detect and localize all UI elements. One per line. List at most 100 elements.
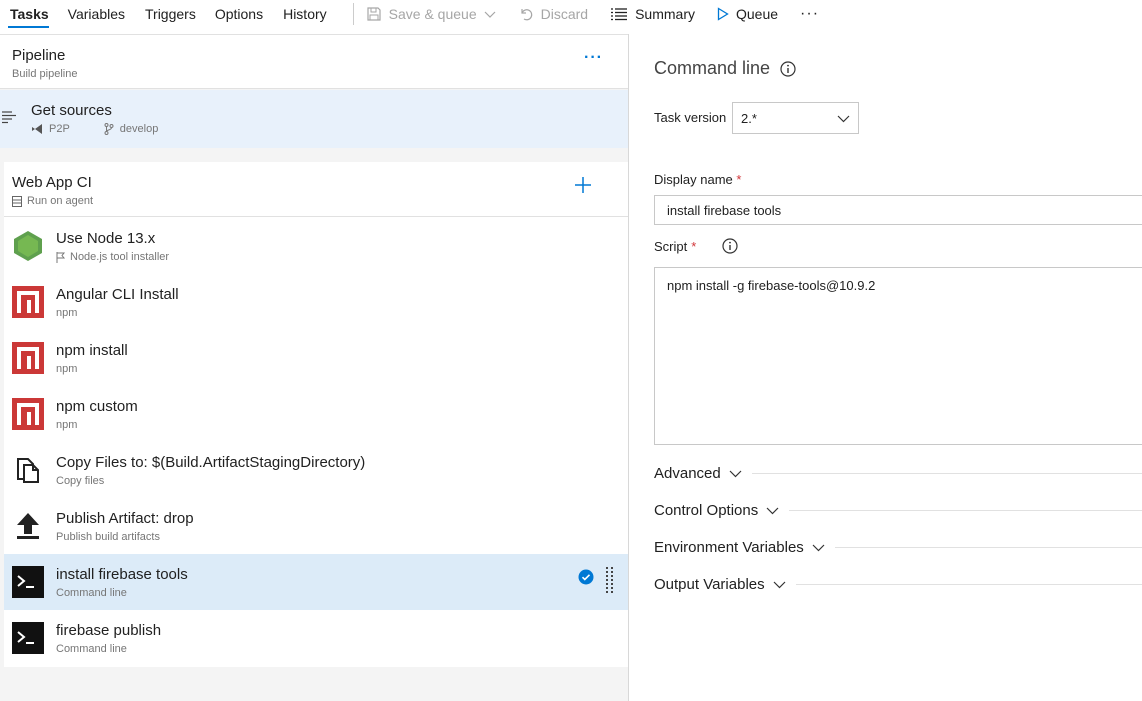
add-task-button[interactable] — [572, 174, 594, 196]
info-icon[interactable] — [780, 60, 796, 77]
display-name-label: Display name * — [654, 172, 742, 187]
nodejs-icon — [14, 231, 42, 261]
task-item[interactable]: Use Node 13.x Node.js tool installer — [4, 218, 628, 274]
task-name: npm custom — [56, 398, 138, 415]
info-icon[interactable] — [722, 238, 738, 254]
branch-name: develop — [119, 123, 159, 135]
toolbar-more-button[interactable]: ··· — [800, 5, 819, 23]
discard-button[interactable]: Discard — [518, 6, 588, 22]
get-sources-title: Get sources — [31, 102, 112, 119]
task-type: npm — [56, 419, 78, 431]
task-details-panel: Command line Task version 2.* Display na… — [629, 35, 1142, 701]
task-item[interactable]: firebase publish Command line — [4, 610, 628, 666]
details-title-text: Command line — [654, 58, 771, 78]
terminal-icon — [12, 622, 44, 654]
job-subtitle-text: Run on agent — [27, 195, 94, 207]
tab-history[interactable]: History — [271, 0, 335, 28]
play-icon — [717, 7, 729, 21]
section-control-options[interactable]: Control Options — [654, 500, 1142, 520]
section-divider — [751, 472, 1142, 474]
section-environment-variables[interactable]: Environment Variables — [654, 537, 1142, 557]
script-value: npm install -g firebase-tools@10.9.2 — [667, 278, 876, 293]
branch-icon — [104, 123, 114, 135]
task-type: Node.js tool installer — [56, 251, 169, 263]
undo-icon — [521, 9, 532, 21]
task-version-label: Task version — [654, 110, 727, 125]
tab-options[interactable]: Options — [204, 0, 271, 28]
chevron-down-icon — [766, 507, 779, 514]
section-divider — [834, 546, 1142, 548]
flag-icon — [56, 251, 66, 263]
queue-label: Queue — [735, 6, 779, 22]
task-version-select[interactable]: 2.* — [732, 102, 859, 134]
task-name: Use Node 13.x — [56, 230, 156, 247]
task-name: Copy Files to: $(Build.ArtifactStagingDi… — [56, 454, 366, 471]
source-list-icon — [2, 111, 16, 124]
pipeline-panel: Pipeline Build pipeline ··· Get sources … — [0, 35, 628, 701]
npm-icon — [12, 398, 44, 430]
pipeline-more-button[interactable]: ··· — [584, 49, 603, 67]
section-divider — [789, 509, 1142, 511]
display-name-field[interactable]: install firebase tools — [654, 195, 1142, 225]
upload-icon — [17, 513, 39, 539]
section-label: Output Variables — [654, 575, 765, 593]
task-type: npm — [56, 307, 78, 319]
task-name: Publish Artifact: drop — [56, 510, 194, 527]
terminal-icon — [12, 566, 44, 598]
save-icon — [367, 7, 381, 21]
check-circle-icon — [578, 569, 594, 585]
display-name-value: install firebase tools — [667, 202, 782, 218]
task-type: Command line — [56, 587, 127, 599]
tab-variables[interactable]: Variables — [57, 0, 133, 28]
npm-icon — [12, 286, 44, 318]
task-item[interactable]: npm install npm — [4, 330, 628, 386]
get-sources-item[interactable]: Get sources P2P develop — [0, 90, 628, 148]
section-label: Environment Variables — [654, 538, 804, 556]
save-queue-label: Save & queue — [388, 6, 477, 22]
pipeline-subtitle: Build pipeline — [12, 68, 78, 80]
more-icon: ··· — [800, 5, 820, 22]
queue-button[interactable]: Queue — [717, 6, 778, 22]
chevron-down-icon — [773, 581, 786, 588]
summary-label: Summary — [635, 6, 695, 22]
task-item[interactable]: Angular CLI Install npm — [4, 274, 628, 330]
drag-handle-icon[interactable] — [606, 567, 614, 595]
chevron-down-icon — [729, 470, 742, 477]
task-name: firebase publish — [56, 622, 162, 639]
job-subtitle: Run on agent — [12, 195, 93, 207]
vs-repo-icon — [32, 124, 42, 134]
section-advanced[interactable]: Advanced — [654, 463, 1142, 483]
script-textarea[interactable]: npm install -g firebase-tools@10.9.2 — [654, 267, 1142, 445]
chevron-down-icon — [837, 115, 850, 123]
task-item-selected[interactable]: install firebase tools Command line — [4, 554, 628, 610]
copy-files-icon — [17, 458, 39, 483]
details-title: Command line — [654, 58, 796, 79]
npm-icon — [12, 342, 44, 374]
discard-label: Discard — [540, 6, 589, 22]
task-item[interactable]: npm custom npm — [4, 386, 628, 442]
list-icon — [611, 8, 628, 21]
task-name: install firebase tools — [56, 566, 188, 583]
pipeline-title: Pipeline — [12, 47, 66, 64]
section-label: Advanced — [654, 464, 721, 482]
task-name: Angular CLI Install — [56, 286, 179, 303]
agent-job: Web App CI Run on agent Use Node 13.x No… — [4, 162, 628, 667]
tab-tasks[interactable]: Tasks — [0, 0, 57, 28]
required-marker: * — [736, 172, 742, 187]
pipeline-header[interactable]: Pipeline Build pipeline ··· — [0, 35, 628, 89]
required-marker: * — [691, 238, 697, 254]
section-output-variables[interactable]: Output Variables — [654, 574, 1142, 594]
agent-job-header[interactable]: Web App CI Run on agent — [4, 162, 628, 217]
summary-button[interactable]: Summary — [610, 6, 695, 22]
save-queue-button[interactable]: Save & queue — [366, 6, 496, 22]
task-item[interactable]: Copy Files to: $(Build.ArtifactStagingDi… — [4, 442, 628, 498]
task-version-value: 2.* — [741, 110, 757, 126]
task-type: npm — [56, 363, 78, 375]
repo-name: P2P — [49, 123, 70, 135]
tab-triggers[interactable]: Triggers — [133, 0, 204, 28]
task-name: npm install — [56, 342, 128, 359]
task-item[interactable]: Publish Artifact: drop Publish build art… — [4, 498, 628, 554]
section-label: Control Options — [654, 501, 759, 519]
chevron-down-icon — [484, 11, 496, 18]
script-label: Script * — [654, 238, 738, 254]
